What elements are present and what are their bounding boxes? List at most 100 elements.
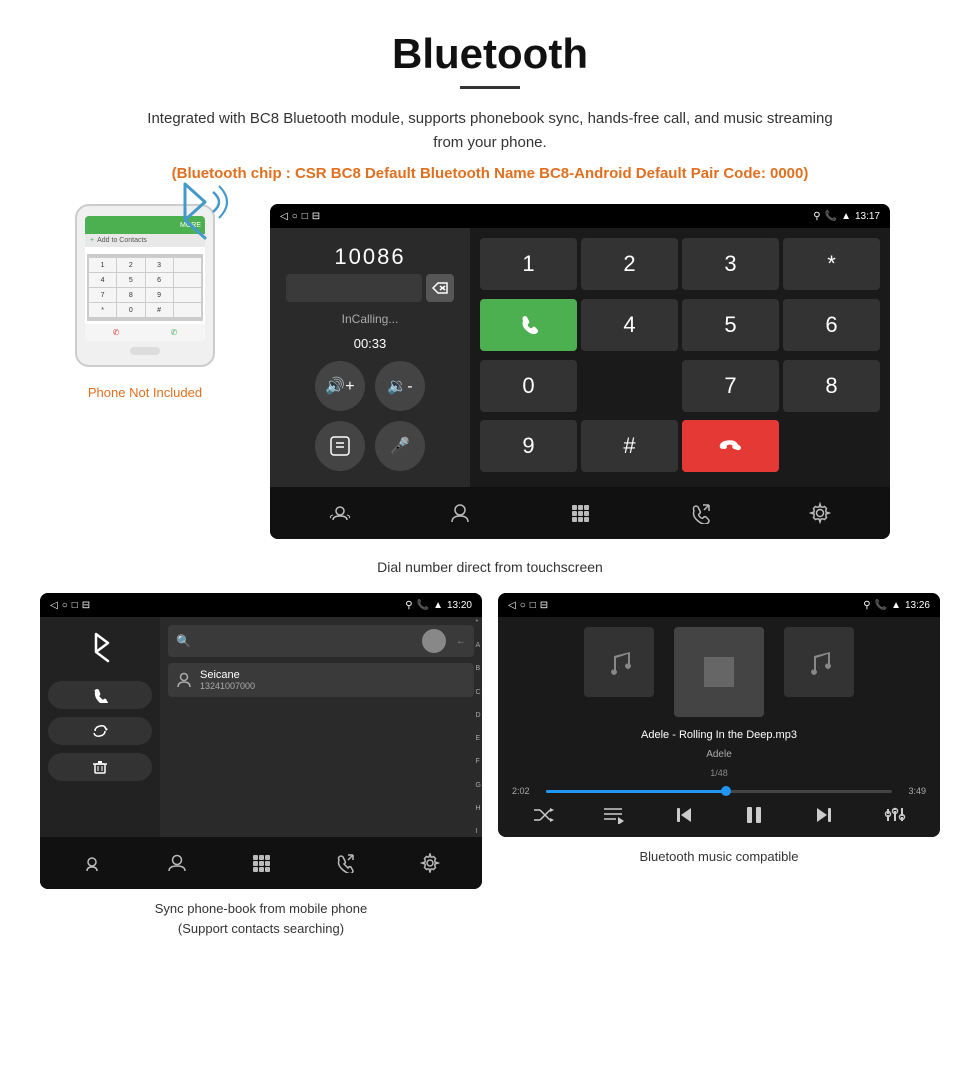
dial-bottombar <box>270 487 890 539</box>
pb-recent-icon: □ <box>72 600 78 611</box>
shuffle-button[interactable] <box>532 806 554 824</box>
phone-out-icon[interactable] <box>684 497 716 529</box>
progress-bar[interactable] <box>546 790 892 793</box>
numpad-star[interactable]: * <box>783 238 880 290</box>
pb-sync-icon <box>92 723 108 739</box>
pb-phone-out-icon[interactable] <box>329 847 361 879</box>
numpad-1[interactable]: 1 <box>480 238 577 290</box>
playlist-icon <box>602 806 624 824</box>
music-screen: ◁ ○ □ ⊟ ⚲ 📞 ▲ 13:26 <box>498 593 940 837</box>
pb-delete-button[interactable] <box>48 753 152 781</box>
pb-grid-icon[interactable] <box>245 847 277 879</box>
delete-icon <box>432 282 448 294</box>
numpad-3[interactable]: 3 <box>682 238 779 290</box>
person-icon[interactable] <box>444 497 476 529</box>
numpad-7[interactable]: 7 <box>682 360 779 412</box>
numpad-8[interactable]: 8 <box>783 360 880 412</box>
pb-bottombar <box>40 837 482 889</box>
eq-button[interactable] <box>884 806 906 824</box>
pb-wifi-icon: ▲ <box>433 600 443 611</box>
dialpad-icon[interactable] <box>564 497 596 529</box>
pb-contacts-icon[interactable] <box>76 847 108 879</box>
play-pause-button[interactable] <box>743 804 765 826</box>
next-icon <box>813 804 835 826</box>
numpad-2[interactable]: 2 <box>581 238 678 290</box>
pb-alphabet: * A B C D E F G H I <box>475 617 482 837</box>
pb-person-icon[interactable] <box>161 847 193 879</box>
delete-button[interactable] <box>426 274 454 302</box>
numpad-0[interactable]: 0 <box>480 360 577 412</box>
numpad-6[interactable]: 6 <box>783 299 880 351</box>
music-progress: 2:02 3:49 <box>508 786 930 796</box>
mute-button[interactable]: 🎤 <box>375 421 425 471</box>
numpad-grid: 1 2 3 * 4 5 6 0 7 <box>480 238 880 477</box>
phonebook-caption-line1: Sync phone-book from mobile phone <box>155 901 367 916</box>
location-icon: ⚲ <box>813 211 820 222</box>
volume-down-button[interactable]: 🔉- <box>375 361 425 411</box>
volume-up-button[interactable]: 🔊+ <box>315 361 365 411</box>
phone-bottombar: ✆ ✆ <box>85 324 205 341</box>
recent-icon: □ <box>302 211 308 222</box>
pb-main: 🔍 ← * A B C D E <box>160 617 482 837</box>
dial-content: 10086 InCalling.. <box>270 228 890 487</box>
pb-contact-row[interactable]: Seicane 13241007000 <box>168 663 474 697</box>
pb-home-icon: ○ <box>62 600 68 611</box>
pb-screenshot-icon: ⊟ <box>82 600 90 611</box>
numpad-9[interactable]: 9 <box>480 420 577 472</box>
pb-call-icon <box>92 687 108 703</box>
music-location-icon: ⚲ <box>863 600 870 611</box>
pb-location-icon: ⚲ <box>405 600 412 611</box>
numpad-call-green[interactable] <box>480 299 577 351</box>
dial-left: 10086 InCalling.. <box>270 228 470 487</box>
title-underline <box>460 86 520 89</box>
bluetooth-wave-icon <box>155 174 235 244</box>
dial-screen: ◁ ○ □ ⊟ ⚲ 📞 ▲ 13:17 10086 <box>270 204 890 539</box>
settings-icon[interactable] <box>804 497 836 529</box>
music-back-icon: ◁ <box>508 600 516 611</box>
music-panel: ◁ ○ □ ⊟ ⚲ 📞 ▲ 13:26 <box>498 593 940 938</box>
album-prev <box>584 627 654 697</box>
end-call-icon <box>717 432 745 460</box>
music-content: Adele - Rolling In the Deep.mp3 Adele 1/… <box>498 617 940 837</box>
pb-time: 13:20 <box>447 600 472 611</box>
time-current: 2:02 <box>512 786 540 796</box>
pb-sync-button[interactable] <box>48 717 152 745</box>
music-home-icon: ○ <box>520 600 526 611</box>
switch-button[interactable] <box>315 421 365 471</box>
back-icon: ◁ <box>280 211 288 222</box>
numpad-call-red[interactable] <box>682 420 779 472</box>
search-icon: 🔍 <box>176 634 191 648</box>
numpad-5[interactable]: 5 <box>682 299 779 351</box>
phonebook-screen: ◁ ○ □ ⊟ ⚲ 📞 ▲ 13:20 <box>40 593 482 889</box>
call-icon-status: 📞 <box>825 211 837 222</box>
pb-sidebar <box>40 617 160 837</box>
page-title: Bluetooth <box>40 30 940 78</box>
contact-phone: 13241007000 <box>200 681 255 691</box>
eq-icon <box>884 806 906 824</box>
play-pause-icon <box>743 804 765 826</box>
prev-button[interactable] <box>673 804 695 826</box>
playlist-button[interactable] <box>602 806 624 824</box>
dial-input-bar <box>286 274 454 302</box>
music-title: Adele - Rolling In the Deep.mp3 <box>641 729 797 741</box>
numpad-4[interactable]: 4 <box>581 299 678 351</box>
contacts-icon[interactable] <box>324 497 356 529</box>
dial-right: 1 2 3 * 4 5 6 0 7 <box>470 228 890 487</box>
numpad-hash[interactable]: # <box>581 420 678 472</box>
music-call-icon: 📞 <box>875 600 887 611</box>
music-controls <box>508 804 930 826</box>
pb-settings-icon[interactable] <box>414 847 446 879</box>
next-button[interactable] <box>813 804 835 826</box>
pb-call-button[interactable] <box>48 681 152 709</box>
dial-statusbar: ◁ ○ □ ⊟ ⚲ 📞 ▲ 13:17 <box>270 204 890 228</box>
shuffle-icon <box>532 806 554 824</box>
contact-icon <box>176 671 192 690</box>
dial-number: 10086 <box>334 244 405 270</box>
music-albums <box>584 627 854 717</box>
bottom-panels: ◁ ○ □ ⊟ ⚲ 📞 ▲ 13:20 <box>40 593 940 938</box>
wifi-icon: ▲ <box>841 211 851 222</box>
phone-dialpad: 1 2 3 4 5 6 7 8 9 <box>87 254 203 321</box>
dial-caption: Dial number direct from touchscreen <box>40 559 940 575</box>
pb-search-bar[interactable]: 🔍 ← <box>168 625 474 657</box>
music-caption: Bluetooth music compatible <box>640 847 799 867</box>
